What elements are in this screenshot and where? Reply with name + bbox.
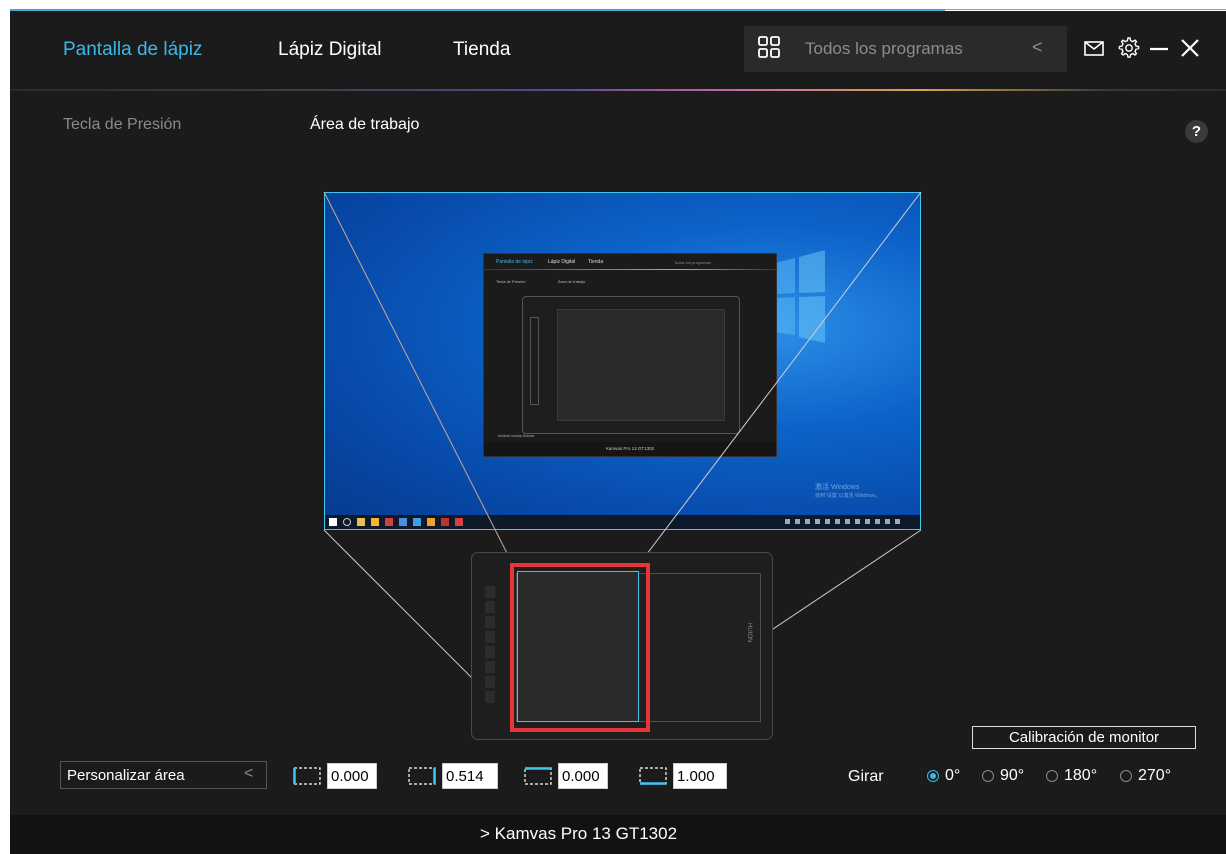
preview-programs: Todos los programas — [674, 260, 712, 265]
programs-selector[interactable]: Todos los programas < — [744, 26, 1067, 72]
monitor-preview: Pantalla de lápiz Lápiz Digital Tienda T… — [324, 192, 921, 530]
tablet-brand-logo: HUION — [746, 623, 752, 643]
area-left-icon — [293, 767, 321, 785]
area-bottom-input[interactable]: 1.000 — [673, 763, 727, 789]
monitor-calibration-button[interactable]: Calibración de monitor — [972, 726, 1196, 749]
area-mode-select[interactable]: Personalizar área < — [60, 761, 267, 789]
preview-footer: Kamvas Pro 13 GT1302 — [484, 442, 776, 456]
area-top-input[interactable]: 0.000 — [558, 763, 608, 789]
window-left-border — [0, 0, 10, 854]
preview-nav-item: Lápiz Digital — [548, 259, 576, 265]
device-name: Kamvas Pro 13 GT1302 — [494, 824, 678, 843]
preview-app-window: Pantalla de lápiz Lápiz Digital Tienda T… — [483, 253, 777, 457]
area-top-icon — [524, 767, 552, 785]
area-right-input[interactable]: 0.514 — [442, 763, 498, 789]
gear-icon[interactable] — [1118, 37, 1140, 59]
tab-pressure-keys[interactable]: Tecla de Presión — [63, 116, 181, 134]
area-mode-value: Personalizar área — [67, 767, 185, 784]
preview-tab: Área de trabajo — [558, 279, 586, 284]
nav-store[interactable]: Tienda — [453, 39, 510, 61]
preview-tablet — [522, 296, 740, 434]
rotate-label: Girar — [848, 768, 884, 785]
app-window: Pantalla de lápiz Lápiz Digital Tienda T… — [10, 11, 1226, 854]
area-right-icon — [408, 767, 436, 785]
device-selector[interactable]: > Kamvas Pro 13 GT1302 — [480, 824, 677, 844]
preview-tab: Tecla de Presión — [496, 279, 526, 284]
chevron-left-icon[interactable]: < — [1032, 37, 1043, 58]
programs-label: Todos los programas — [805, 39, 963, 58]
chevron-left-icon: < — [244, 765, 254, 782]
preview-nav-item: Tienda — [588, 259, 604, 265]
mail-icon[interactable] — [1083, 37, 1105, 59]
tablet-express-keys — [485, 586, 495, 706]
preview-nav-item: Pantalla de lápiz — [496, 259, 533, 265]
chevron-right-icon: > — [480, 824, 495, 843]
device-footer: > Kamvas Pro 13 GT1302 — [10, 815, 1226, 854]
window-top-border — [0, 0, 1226, 11]
grid-icon — [758, 36, 780, 58]
header-bar: Pantalla de lápiz Lápiz Digital Tienda T… — [10, 11, 1226, 89]
area-bottom-icon — [639, 767, 667, 785]
tab-work-area[interactable]: Área de trabajo — [310, 116, 419, 134]
preview-checkbox-label: Activar teclas físicas — [498, 433, 535, 438]
nav-digital-pen[interactable]: Lápiz Digital — [278, 39, 382, 61]
work-area-highlight — [510, 563, 650, 732]
activation-watermark: 激活 Windows 转到"设置"以激活 Windows。 — [815, 484, 881, 499]
minimize-icon[interactable] — [1148, 37, 1170, 59]
close-icon[interactable] — [1179, 37, 1201, 59]
nav-pen-display[interactable]: Pantalla de lápiz — [63, 39, 202, 61]
help-icon[interactable]: ? — [1185, 120, 1208, 143]
preview-taskbar — [325, 515, 920, 529]
area-left-input[interactable]: 0.000 — [327, 763, 377, 789]
header-gradient-divider — [10, 89, 1226, 91]
